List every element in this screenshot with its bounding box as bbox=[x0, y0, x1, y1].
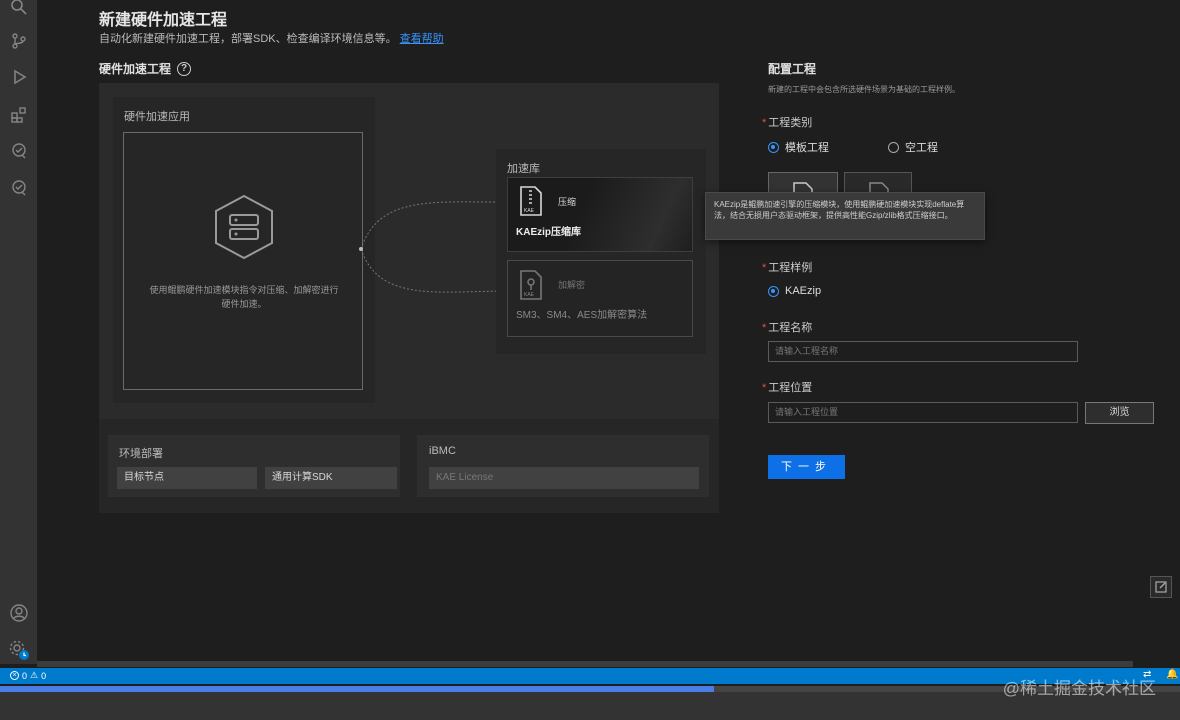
horizontal-scrollbar[interactable] bbox=[37, 661, 1133, 667]
env-deploy-label: 环境部署 bbox=[119, 448, 163, 460]
project-location-text: 工程位置 bbox=[768, 382, 813, 394]
radio-kaezip-label: KAEzip bbox=[785, 285, 822, 297]
radio-unchecked-icon bbox=[888, 141, 899, 153]
deploy-row: 环境部署 目标节点 通用计算SDK iBMC KAE License bbox=[99, 419, 719, 513]
ibmc-card: iBMC KAE License bbox=[417, 435, 709, 497]
hw-section-label: 硬件加速工程 bbox=[99, 62, 172, 76]
project-location-input[interactable]: 请输入工程位置 bbox=[768, 402, 1078, 423]
lib-tag-crypto: 加解密 bbox=[558, 280, 586, 290]
config-desc: 新建的工程中会包含所选硬件场景为基础的工程样例。 bbox=[768, 85, 960, 94]
error-count: 0 bbox=[22, 670, 28, 681]
subtitle-text: 自动化新建硬件加速工程，部署SDK、检查编译环境信息等。 bbox=[99, 33, 397, 45]
kaezip-tooltip: KAEzip是鲲鹏加速引擎的压缩模块，使用鲲鹏硬加速模块实现deflate算法，… bbox=[705, 192, 985, 240]
account-icon[interactable] bbox=[6, 600, 31, 625]
accel-lib-card: 加速库 KAE 压缩 KAEzip压缩库 KAE 加解密 SM3、SM4、AES bbox=[496, 149, 706, 354]
page-subtitle: 自动化新建硬件加速工程，部署SDK、检查编译环境信息等。 查看帮助 bbox=[99, 30, 444, 46]
warning-icon: ⚠ bbox=[30, 670, 39, 680]
manage-gear-icon[interactable] bbox=[6, 637, 31, 662]
config-title: 配置工程 bbox=[768, 62, 817, 76]
project-location-label: * 工程位置 bbox=[762, 382, 813, 394]
page-title: 新建硬件加速工程 bbox=[99, 12, 228, 29]
radio-checked-icon bbox=[768, 141, 779, 153]
lib-name-crypto: SM3、SM4、AES加解密算法 bbox=[516, 310, 648, 321]
hw-section-title: 硬件加速工程 ? bbox=[99, 60, 192, 77]
sdk-button[interactable]: 通用计算SDK bbox=[265, 467, 397, 489]
lib-name-kaezip: KAEzip压缩库 bbox=[516, 227, 581, 238]
kunpeng-porting-icon[interactable] bbox=[6, 138, 31, 163]
edit-icon[interactable] bbox=[1150, 576, 1172, 598]
sample-text: 工程样例 bbox=[768, 262, 813, 274]
problems-indicator[interactable]: × 0 ⚠ 0 bbox=[10, 670, 46, 681]
radio-empty-label: 空工程 bbox=[905, 142, 938, 154]
help-link[interactable]: 查看帮助 bbox=[400, 33, 444, 45]
architecture-panel: 硬件加速应用 使用鲲鹏硬件加速模块指令对压缩、加解密进行硬件加速。 加速库 KA… bbox=[99, 83, 719, 513]
radio-kaezip-sample[interactable]: KAEzip bbox=[768, 285, 821, 297]
browse-button[interactable]: 浏览 bbox=[1085, 402, 1154, 424]
watermark: @稀土掘金技术社区 bbox=[1002, 679, 1156, 698]
radio-template-label: 模板工程 bbox=[785, 142, 829, 154]
ibmc-label: iBMC bbox=[429, 445, 456, 457]
radio-empty-project[interactable]: 空工程 bbox=[888, 139, 938, 155]
accel-lib-label: 加速库 bbox=[507, 163, 540, 175]
radio-checked-icon bbox=[768, 285, 779, 297]
lib-tag-compress: 压缩 bbox=[558, 197, 577, 207]
kae-license-button[interactable]: KAE License bbox=[429, 467, 699, 489]
help-icon[interactable]: ? bbox=[177, 61, 192, 76]
source-control-icon[interactable] bbox=[6, 28, 31, 53]
sample-label: * 工程样例 bbox=[762, 262, 813, 274]
target-node-button[interactable]: 目标节点 bbox=[117, 467, 257, 489]
lib-item-kaezip[interactable]: KAE 压缩 KAEzip压缩库 bbox=[507, 177, 693, 252]
project-name-label: * 工程名称 bbox=[762, 322, 813, 334]
warning-count: 0 bbox=[41, 670, 47, 681]
env-deploy-card: 环境部署 目标节点 通用计算SDK bbox=[108, 435, 400, 497]
lib-icon-label: KAE bbox=[524, 292, 535, 298]
kunpeng-dev-icon[interactable] bbox=[6, 175, 31, 200]
extensions-icon[interactable] bbox=[6, 102, 31, 127]
project-type-text: 工程类别 bbox=[768, 117, 813, 129]
bell-icon[interactable]: 🔔 bbox=[1166, 669, 1178, 680]
radio-template-project[interactable]: 模板工程 bbox=[768, 139, 829, 155]
run-debug-icon[interactable] bbox=[6, 64, 31, 89]
next-step-button[interactable]: 下一步 bbox=[768, 455, 845, 479]
search-icon[interactable] bbox=[6, 0, 31, 19]
error-icon: × bbox=[10, 671, 19, 680]
project-type-label: * 工程类别 bbox=[762, 117, 813, 129]
lib-icon-label: KAE bbox=[524, 208, 535, 214]
lib-item-crypto[interactable]: KAE 加解密 SM3、SM4、AES加解密算法 bbox=[507, 260, 693, 337]
project-name-input[interactable]: 请输入工程名称 bbox=[768, 341, 1078, 362]
app-window: 新建硬件加速工程 自动化新建硬件加速工程，部署SDK、检查编译环境信息等。 查看… bbox=[0, 0, 1180, 720]
activity-bar bbox=[0, 0, 37, 664]
project-name-text: 工程名称 bbox=[768, 322, 813, 334]
